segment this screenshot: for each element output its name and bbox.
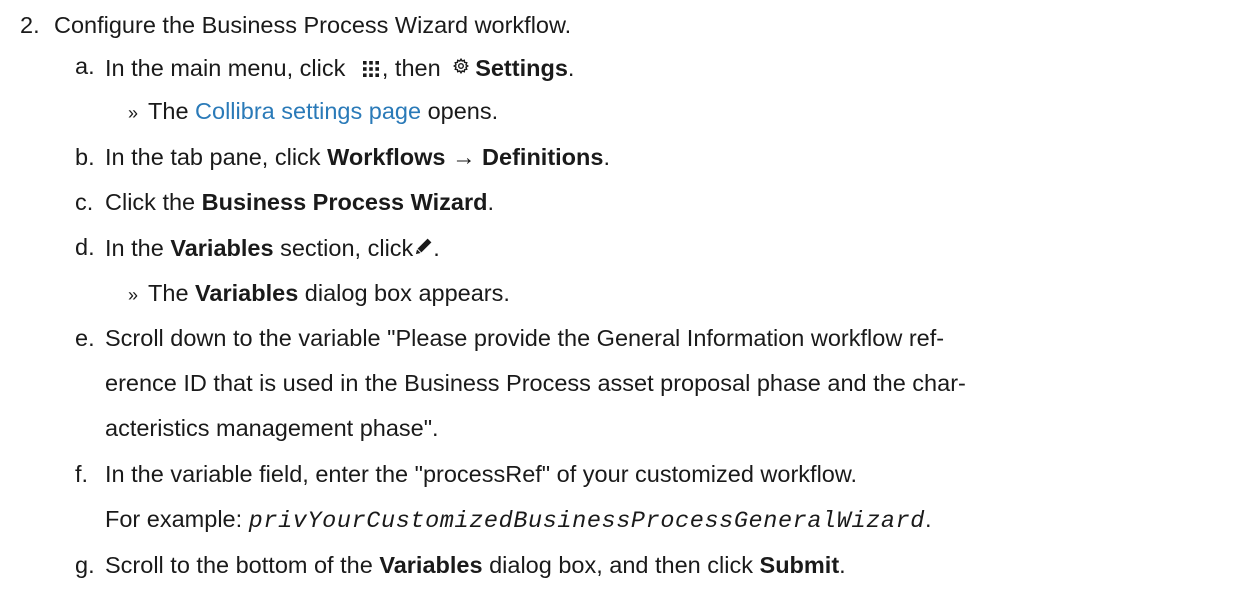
substep-g-end: .: [839, 552, 846, 578]
pencil-icon: [415, 232, 433, 262]
result-marker: »: [128, 103, 139, 123]
example-text: For example: privYourCustomizedBusinessP…: [105, 504, 932, 537]
collibra-settings-link[interactable]: Collibra settings page: [195, 98, 421, 124]
substep-g-text-1: Scroll to the bottom of the: [105, 552, 373, 578]
result-suffix: dialog box appears.: [304, 280, 510, 306]
business-process-wizard-label: Business Process Wizard: [201, 189, 488, 215]
result-prefix: The: [148, 280, 189, 306]
substep-letter: c.: [75, 189, 94, 215]
result-suffix: opens.: [427, 98, 499, 124]
workflows-label: Workflows: [327, 144, 446, 170]
submit-label: Submit: [759, 552, 840, 578]
arrow-right-icon: →: [452, 144, 476, 170]
substep-text: Scroll to the bottom of the Variables di…: [105, 550, 846, 580]
substep-text: In the main menu, click , then Settings.: [105, 51, 574, 89]
substep-c-end: .: [487, 189, 495, 215]
substep-text: Click the Business Process Wizard.: [105, 187, 494, 217]
substep-text-line-3: acteristics management phase".: [105, 415, 439, 441]
result-marker: »: [128, 285, 139, 305]
substep-d-text-1: In the: [105, 235, 164, 262]
substep-text: In the Variables section, click .: [105, 232, 440, 268]
substep-text: In the tab pane, click Workflows → Defin…: [105, 142, 610, 172]
variables-label: Variables: [379, 552, 483, 578]
substep-text-line-2: erence ID that is used in the Business P…: [105, 370, 966, 396]
substep-d-end: .: [433, 235, 440, 262]
result-text: » The Variables dialog box appears.: [128, 278, 510, 310]
substep-a-text-2: , then: [381, 55, 441, 82]
gear-icon: [453, 51, 470, 81]
substep-letter: d.: [75, 234, 95, 260]
substep-letter: e.: [75, 325, 95, 351]
settings-label: Settings: [475, 55, 568, 82]
definitions-label: Definitions: [482, 144, 604, 170]
substep-letter: g.: [75, 552, 95, 578]
step-number: 2.: [20, 12, 40, 38]
substep-b-text-1: In the tab pane, click: [105, 144, 321, 170]
variables-label: Variables: [195, 280, 299, 306]
result-prefix: The: [148, 98, 189, 124]
substep-text-line-1: In the variable field, enter the "proces…: [105, 461, 858, 487]
substep-letter: f.: [75, 461, 89, 487]
step-title: Configure the Business Process Wizard wo…: [54, 12, 572, 38]
variables-label: Variables: [170, 235, 274, 262]
substep-g-text-2: dialog box, and then click: [489, 552, 753, 578]
substep-c-text-1: Click the: [105, 189, 196, 215]
instruction-document: 2. Configure the Business Process Wizard…: [0, 0, 1241, 609]
substep-letter: b.: [75, 144, 95, 170]
substep-f-end: .: [924, 506, 932, 532]
substep-a-text-1: In the main menu, click: [105, 55, 346, 82]
substep-letter: a.: [75, 53, 95, 79]
substep-text-line-1: Scroll down to the variable "Please prov…: [105, 325, 945, 351]
example-label: For example:: [105, 506, 243, 532]
apps-grid-icon: [362, 55, 380, 85]
example-code: privYourCustomizedBusinessProcessGeneral…: [248, 508, 925, 535]
substep-a-end: .: [567, 55, 575, 82]
result-text: » The Collibra settings page opens.: [128, 96, 498, 128]
substep-b-end: .: [603, 144, 610, 170]
substep-d-text-2: section, click: [280, 235, 414, 262]
